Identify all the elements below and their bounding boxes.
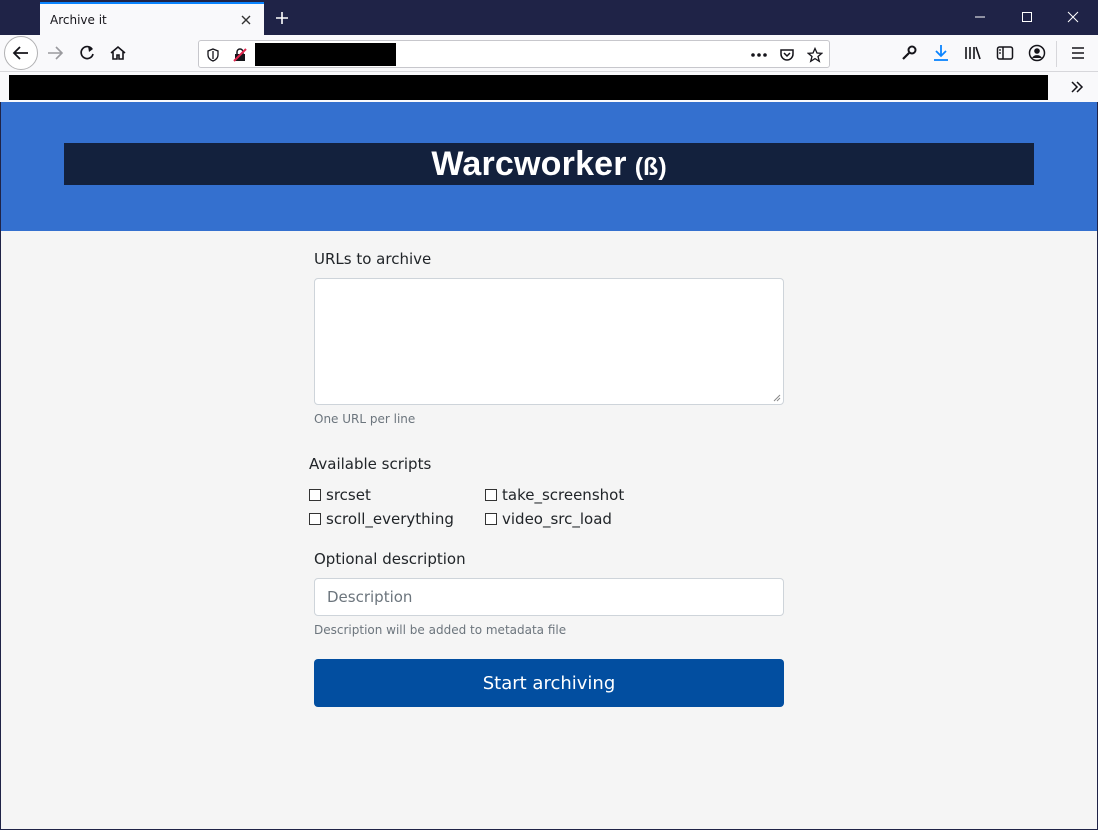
page-content: Warcworker (ß) URLs to archive One URL p… xyxy=(1,102,1097,829)
insecure-lock-icon[interactable] xyxy=(231,46,249,64)
minimize-icon[interactable] xyxy=(968,6,992,28)
bookmarks-toolbar xyxy=(0,72,1098,102)
checkbox-label: scroll_everything xyxy=(326,510,454,528)
hero-header: Warcworker (ß) xyxy=(1,102,1097,231)
tab-title: Archive it xyxy=(50,12,107,27)
url-text-redacted xyxy=(255,43,396,66)
description-label: Optional description xyxy=(314,550,466,568)
plus-icon[interactable] xyxy=(270,6,294,30)
shield-icon[interactable] xyxy=(204,46,222,64)
script-option-take-screenshot[interactable]: take_screenshot xyxy=(485,486,624,504)
title-bar: Warcworker (ß) xyxy=(64,143,1034,185)
checkbox[interactable] xyxy=(309,513,321,525)
start-archiving-button[interactable]: Start archiving xyxy=(314,659,784,707)
chevron-double-right-icon[interactable] xyxy=(1066,77,1088,97)
navigation-toolbar xyxy=(0,35,1098,72)
page-title: Warcworker xyxy=(431,144,627,183)
tab-strip: Archive it xyxy=(0,0,1098,35)
pocket-icon[interactable] xyxy=(777,45,797,65)
library-icon[interactable] xyxy=(960,40,986,66)
checkbox[interactable] xyxy=(309,489,321,501)
beta-badge: (ß) xyxy=(634,152,667,181)
download-icon[interactable] xyxy=(928,40,954,66)
checkbox-label: srcset xyxy=(326,486,371,504)
checkbox[interactable] xyxy=(485,513,497,525)
home-icon[interactable] xyxy=(103,38,133,68)
script-option-video-src-load[interactable]: video_src_load xyxy=(485,510,612,528)
description-hint: Description will be added to metadata fi… xyxy=(314,623,567,637)
checkbox[interactable] xyxy=(485,489,497,501)
toolbar-separator xyxy=(1056,41,1057,67)
wrench-icon[interactable] xyxy=(896,40,922,66)
star-icon[interactable] xyxy=(805,45,825,65)
hamburger-menu-icon[interactable] xyxy=(1065,40,1091,66)
browser-tab[interactable]: Archive it xyxy=(40,2,264,35)
close-icon[interactable] xyxy=(1061,6,1085,28)
urls-textarea[interactable] xyxy=(314,278,784,405)
maximize-icon[interactable] xyxy=(1015,6,1039,28)
address-bar[interactable] xyxy=(198,40,830,68)
scripts-label: Available scripts xyxy=(309,455,432,473)
resize-grip-icon[interactable] xyxy=(771,392,781,402)
checkbox-label: video_src_load xyxy=(502,510,612,528)
script-option-scroll-everything[interactable]: scroll_everything xyxy=(309,510,454,528)
more-dots-icon[interactable] xyxy=(749,45,769,65)
close-icon[interactable] xyxy=(238,12,254,28)
forward-arrow-icon[interactable] xyxy=(40,38,70,68)
script-option-srcset[interactable]: srcset xyxy=(309,486,371,504)
urls-hint: One URL per line xyxy=(314,412,416,426)
account-icon[interactable] xyxy=(1024,40,1050,66)
urls-label: URLs to archive xyxy=(314,250,432,268)
bookmarks-redacted xyxy=(9,75,1048,100)
checkbox-label: take_screenshot xyxy=(502,486,625,504)
back-arrow-icon[interactable] xyxy=(4,36,38,70)
description-input[interactable] xyxy=(314,578,784,616)
sidebar-icon[interactable] xyxy=(992,40,1018,66)
reload-icon[interactable] xyxy=(72,38,102,68)
